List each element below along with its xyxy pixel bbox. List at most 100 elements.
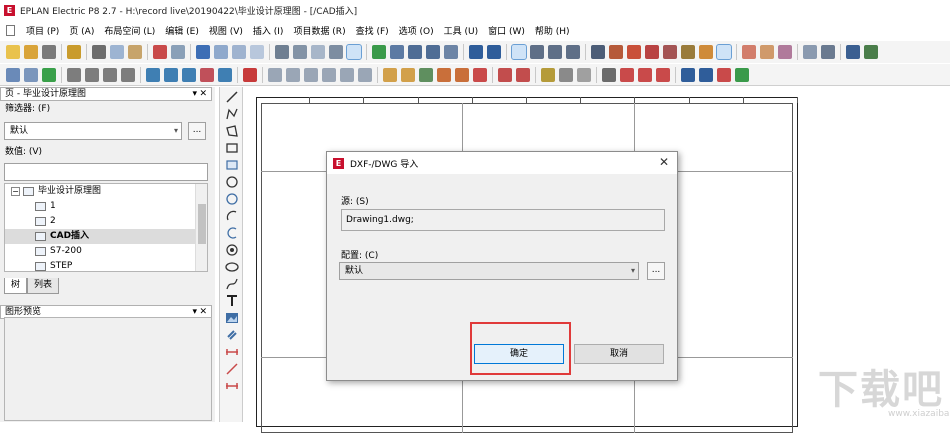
- device-a-icon[interactable]: [146, 67, 160, 82]
- device-e-icon[interactable]: [218, 67, 232, 82]
- menu-project-data[interactable]: 项目数据 (R): [288, 24, 350, 37]
- device-b-icon[interactable]: [164, 67, 178, 82]
- intersection-icon[interactable]: [627, 45, 641, 59]
- arrow-right-icon[interactable]: [487, 45, 501, 59]
- pin-a-icon[interactable]: [498, 67, 512, 82]
- page-c-icon[interactable]: [304, 67, 318, 82]
- paste-icon[interactable]: [128, 45, 142, 59]
- ellipse-icon[interactable]: [225, 260, 239, 274]
- hatch-b-icon[interactable]: [559, 67, 573, 82]
- grid-c-icon[interactable]: [566, 45, 580, 59]
- sector-icon[interactable]: [225, 243, 239, 257]
- bus-icon[interactable]: [778, 45, 792, 59]
- edit-mode-icon[interactable]: [663, 45, 677, 59]
- new-project-icon[interactable]: [6, 45, 20, 59]
- open-project-icon[interactable]: [24, 45, 38, 59]
- polygon-icon[interactable]: [225, 124, 239, 138]
- arc-3p-icon[interactable]: [225, 226, 239, 240]
- line-icon[interactable]: [225, 90, 239, 104]
- close-icon[interactable]: ✕: [659, 155, 669, 169]
- format-painter-icon[interactable]: [171, 45, 185, 59]
- polyline-icon[interactable]: [225, 107, 239, 121]
- grid-icon[interactable]: [511, 44, 527, 60]
- collapse-icon[interactable]: −: [11, 187, 20, 196]
- menu-layout-space[interactable]: 布局空间 (L): [99, 24, 160, 37]
- dimension-c-icon[interactable]: [225, 379, 239, 393]
- cut-icon[interactable]: [92, 45, 106, 59]
- connection-a-icon[interactable]: [67, 67, 81, 82]
- rectangle-icon[interactable]: [225, 141, 239, 155]
- redo-list-icon[interactable]: [250, 45, 264, 59]
- symbol-icon[interactable]: [681, 45, 695, 59]
- snap-grid-icon[interactable]: [591, 45, 605, 59]
- page-f-icon[interactable]: [358, 67, 372, 82]
- structure-a-icon[interactable]: [383, 67, 397, 82]
- tree-root[interactable]: − 毕业设计原理图: [5, 184, 207, 199]
- text-icon[interactable]: [225, 294, 239, 308]
- tab-tree[interactable]: 树: [4, 278, 28, 294]
- filter-more-button[interactable]: ...: [188, 122, 206, 140]
- tree-scrollbar[interactable]: [195, 184, 207, 271]
- text-list-icon[interactable]: [742, 45, 756, 59]
- potential-b-icon[interactable]: [699, 67, 713, 82]
- pin-b-icon[interactable]: [516, 67, 530, 82]
- filter-select[interactable]: 默认 ▾: [4, 122, 182, 140]
- hyperlink-icon[interactable]: [225, 328, 239, 342]
- spline-icon[interactable]: [225, 277, 239, 291]
- wire-c-icon[interactable]: [656, 67, 670, 82]
- menu-view[interactable]: 视图 (V): [204, 24, 248, 37]
- delete-icon[interactable]: [153, 45, 167, 59]
- menu-tools[interactable]: 工具 (U): [439, 24, 483, 37]
- tree-item[interactable]: 2: [5, 214, 207, 229]
- scrollbar-thumb[interactable]: [198, 204, 206, 244]
- page-list-icon[interactable]: [24, 67, 38, 82]
- zoom-out-icon[interactable]: [426, 45, 440, 59]
- circle-icon[interactable]: [225, 175, 239, 189]
- properties-icon[interactable]: [311, 45, 325, 59]
- wireless-icon[interactable]: [760, 45, 774, 59]
- macro-icon[interactable]: [699, 45, 713, 59]
- magnet-icon[interactable]: [645, 45, 659, 59]
- window-icon[interactable]: [293, 45, 307, 59]
- arrow-left-icon[interactable]: [469, 45, 483, 59]
- structure-b-icon[interactable]: [401, 67, 415, 82]
- structure-e-icon[interactable]: [455, 67, 469, 82]
- tab-list[interactable]: 列表: [27, 278, 60, 294]
- undo-icon[interactable]: [196, 45, 210, 59]
- undo-list-icon[interactable]: [214, 45, 228, 59]
- cart-icon[interactable]: [846, 45, 860, 59]
- structure-f-icon[interactable]: [473, 67, 487, 82]
- select-window-icon[interactable]: [821, 45, 835, 59]
- circle-3p-icon[interactable]: [225, 192, 239, 206]
- terminal-icon[interactable]: [864, 45, 878, 59]
- arc-icon[interactable]: [225, 209, 239, 223]
- menu-window[interactable]: 窗口 (W): [483, 24, 530, 37]
- tree-item-selected[interactable]: CAD插入: [5, 229, 207, 244]
- print-icon[interactable]: [42, 45, 56, 59]
- connection-c-icon[interactable]: [103, 67, 117, 82]
- device-d-icon[interactable]: [200, 67, 214, 82]
- hatch-a-icon[interactable]: [541, 67, 555, 82]
- connection-b-icon[interactable]: [85, 67, 99, 82]
- menu-edit[interactable]: 编辑 (E): [160, 24, 204, 37]
- cancel-button[interactable]: 取消: [574, 344, 664, 364]
- menu-page[interactable]: 页 (A): [64, 24, 99, 37]
- page-a-icon[interactable]: [268, 67, 282, 82]
- insert-image-icon[interactable]: [225, 311, 239, 325]
- graphical-editing-icon[interactable]: [346, 44, 362, 60]
- dimension-b-icon[interactable]: [225, 362, 239, 376]
- grid-b-icon[interactable]: [548, 45, 562, 59]
- plugin-icon[interactable]: [42, 67, 56, 82]
- input-box-icon[interactable]: [716, 44, 732, 60]
- pin-icon[interactable]: ▾: [192, 88, 197, 100]
- grid-a-icon[interactable]: [530, 45, 544, 59]
- interrupt-icon[interactable]: [735, 67, 749, 82]
- close-icon[interactable]: ✕: [199, 88, 207, 100]
- source-field[interactable]: Drawing1.dwg;: [341, 209, 665, 231]
- wrench-icon[interactable]: [67, 45, 81, 59]
- zoom-all-icon[interactable]: [444, 45, 458, 59]
- potential-a-icon[interactable]: [681, 67, 695, 82]
- hatch-c-icon[interactable]: [577, 67, 591, 82]
- structure-d-icon[interactable]: [437, 67, 451, 82]
- black-box-icon[interactable]: [243, 67, 257, 82]
